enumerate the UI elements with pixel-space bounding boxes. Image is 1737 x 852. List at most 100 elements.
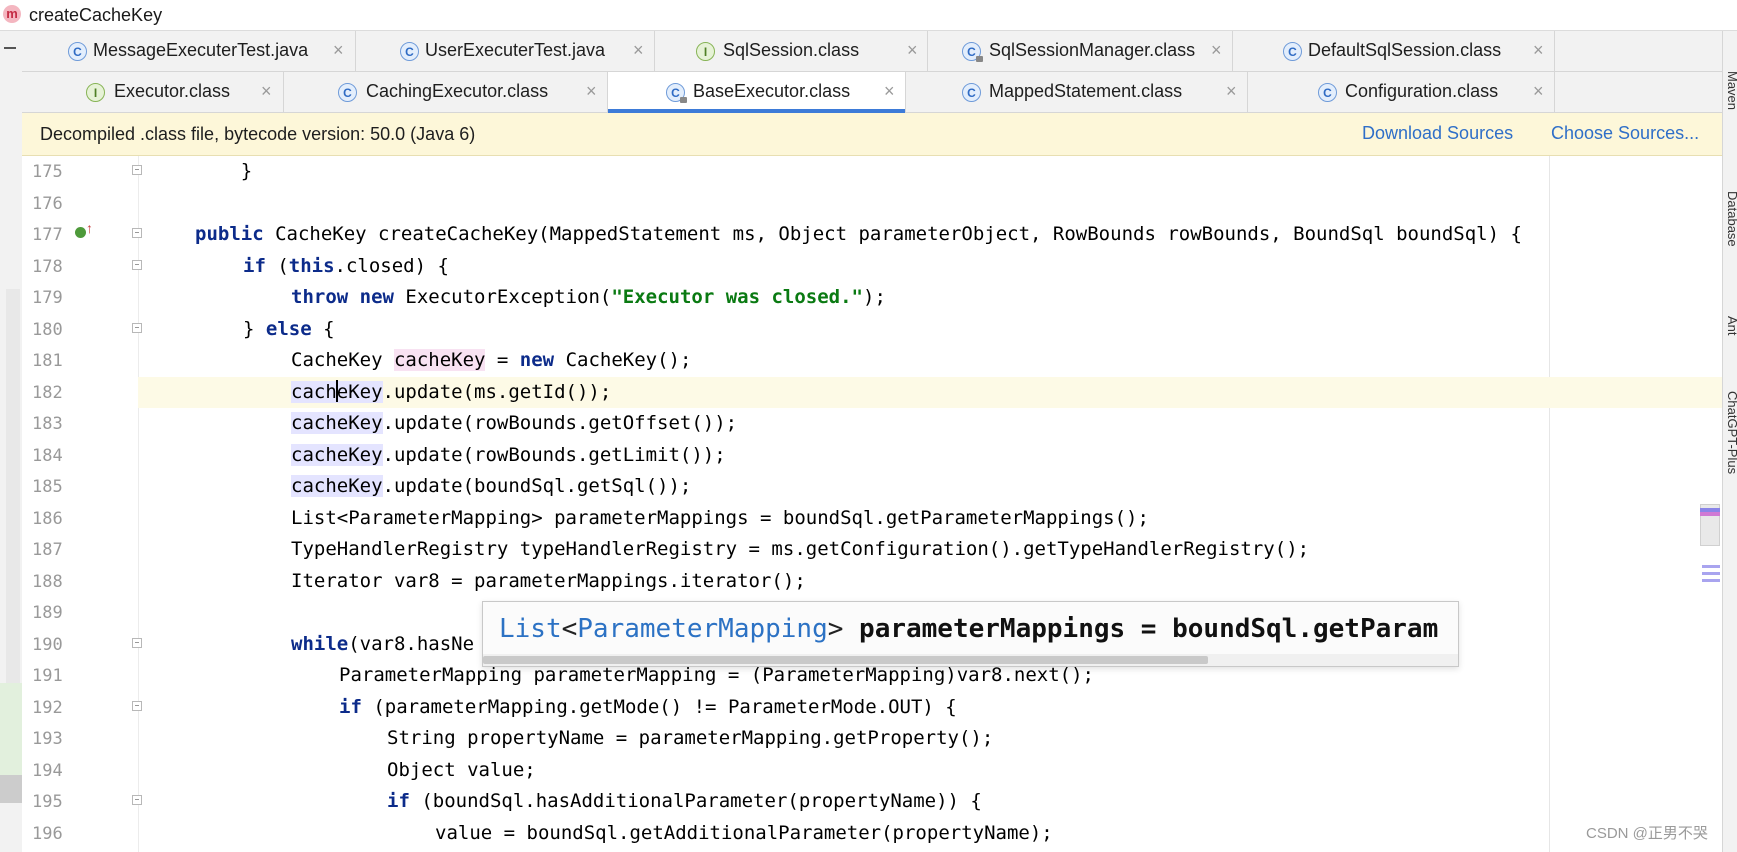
interface-i-icon: I xyxy=(86,83,105,102)
left-strip-scroll-area xyxy=(6,289,20,689)
variable-usage: cacheKey xyxy=(291,412,383,434)
code-line[interactable]: } else { xyxy=(138,314,1722,345)
keyword: throw xyxy=(291,286,349,308)
scroll-marker xyxy=(1702,572,1720,575)
tooltip-scrollbar[interactable] xyxy=(483,654,1458,666)
editor-tab-row-2: I Executor.class × C CachingExecutor.cla… xyxy=(22,72,1722,113)
tool-window-ant[interactable]: Ant xyxy=(1725,316,1737,336)
code-line[interactable]: cacheKey.update(rowBounds.getOffset()); xyxy=(138,408,1722,439)
close-icon[interactable]: × xyxy=(633,40,644,61)
tool-window-maven[interactable]: Maven xyxy=(1725,71,1737,110)
line-number: 190 xyxy=(32,634,63,655)
line-number-gutter[interactable]: 175 176 177 178 179 180 181 182 183 184 … xyxy=(22,156,142,852)
line-number: 195 xyxy=(32,792,63,812)
close-icon[interactable]: × xyxy=(1533,40,1544,61)
code-line[interactable]: CacheKey cacheKey = new CacheKey(); xyxy=(138,345,1722,376)
tab-default-sql-session[interactable]: C DefaultSqlSession.class × xyxy=(1233,31,1555,71)
code-line[interactable]: cacheKey.update(rowBounds.getLimit()); xyxy=(138,440,1722,471)
code-line[interactable]: String propertyName = parameterMapping.g… xyxy=(138,723,1722,754)
tool-window-chatgpt-plus[interactable]: ChatGPT-Plus xyxy=(1725,391,1737,474)
code-text: .closed) { xyxy=(334,254,449,277)
breadcrumb: m createCacheKey xyxy=(0,0,1737,31)
keyword: new xyxy=(359,286,394,308)
gutter-line: 181 xyxy=(22,345,138,376)
tab-label: CachingExecutor.class xyxy=(366,81,549,101)
gutter-line: 191 xyxy=(22,660,138,691)
code-line[interactable]: TypeHandlerRegistry typeHandlerRegistry … xyxy=(138,534,1722,565)
code-text: value = boundSql.getAdditionalParameter(… xyxy=(435,821,1053,844)
tab-user-executer-test[interactable]: C UserExecuterTest.java × xyxy=(356,31,655,71)
line-number: 185 xyxy=(32,477,63,497)
watermark: CSDN @正男不哭 xyxy=(1586,825,1708,842)
gutter-line: 178 xyxy=(22,251,142,282)
close-icon[interactable]: × xyxy=(1226,81,1237,102)
code-line[interactable]: Object value; xyxy=(138,755,1722,786)
code-line[interactable]: List<ParameterMapping> parameterMappings… xyxy=(138,503,1722,534)
gutter-line: 188 xyxy=(22,566,138,597)
line-number: 176 xyxy=(32,193,63,214)
code-text: (var8.hasNe xyxy=(348,632,475,655)
tab-mapped-statement[interactable]: C MappedStatement.class × xyxy=(906,72,1248,112)
tooltip-scroll-thumb[interactable] xyxy=(483,656,1208,664)
close-icon[interactable]: × xyxy=(333,40,344,61)
class-c-icon: C xyxy=(1318,83,1337,102)
code-text: .update(ms.getId()); xyxy=(382,380,612,403)
code-line[interactable]: value = boundSql.getAdditionalParameter(… xyxy=(138,818,1722,849)
line-number: 175 xyxy=(32,162,63,182)
decompiled-banner: Decompiled .class file, bytecode version… xyxy=(22,113,1722,156)
variable-usage: eKey xyxy=(336,380,383,403)
code-line-current[interactable]: cacheKey.update(ms.getId()); xyxy=(138,376,1722,408)
line-number: 194 xyxy=(32,760,63,781)
interface-i-icon: I xyxy=(696,42,715,61)
code-line[interactable]: if (parameterMapping.getMode() != Parame… xyxy=(138,692,1722,723)
gutter-line: 189 xyxy=(22,597,138,628)
gutter-line: 190 xyxy=(22,629,142,660)
scroll-marker xyxy=(1702,565,1720,568)
code-line[interactable]: throw new ExecutorException("Executor wa… xyxy=(138,282,1722,313)
close-icon[interactable]: × xyxy=(884,81,895,102)
code-area[interactable]: } public CacheKey createCacheKey(MappedS… xyxy=(138,156,1722,852)
tab-label: MappedStatement.class xyxy=(989,81,1183,101)
tab-caching-executor[interactable]: C CachingExecutor.class × xyxy=(284,72,608,112)
tab-sql-session[interactable]: I SqlSession.class × xyxy=(655,31,928,71)
code-line[interactable]: } xyxy=(138,156,1722,187)
close-icon[interactable]: × xyxy=(1211,40,1222,61)
line-number: 193 xyxy=(32,729,63,749)
tab-message-executer-test[interactable]: C MessageExecuterTest.java × xyxy=(22,31,356,71)
gutter-line: 177 xyxy=(22,219,142,250)
download-sources-link[interactable]: Download Sources xyxy=(1362,123,1513,144)
code-line[interactable]: public CacheKey createCacheKey(MappedSta… xyxy=(138,219,1722,250)
choose-sources-link[interactable]: Choose Sources... xyxy=(1551,123,1699,144)
implements-method-icon[interactable] xyxy=(75,220,93,238)
code-text: (parameterMapping.getMode() != Parameter… xyxy=(361,695,957,718)
code-line[interactable]: if (this.closed) { xyxy=(138,251,1722,282)
line-number: 186 xyxy=(32,508,63,529)
tab-sql-session-manager[interactable]: C SqlSessionManager.class × xyxy=(928,31,1233,71)
line-number: 178 xyxy=(32,256,63,277)
gutter-line: 176 xyxy=(22,188,138,219)
close-icon[interactable]: × xyxy=(261,81,272,102)
gutter-line: 196 xyxy=(22,818,138,849)
code-line[interactable]: if (boundSql.hasAdditionalParameter(prop… xyxy=(138,786,1722,817)
tooltip-text: > xyxy=(827,614,844,644)
right-tool-strip: Maven Database Ant ChatGPT-Plus xyxy=(1722,31,1737,852)
keyword: if xyxy=(243,254,266,277)
tab-executor[interactable]: I Executor.class × xyxy=(22,72,284,112)
code-editor[interactable]: 175 176 177 178 179 180 181 182 183 184 … xyxy=(22,156,1722,852)
tab-configuration[interactable]: C Configuration.class × xyxy=(1248,72,1555,112)
code-text: ); xyxy=(863,286,886,308)
gutter-line: 179 xyxy=(22,282,138,313)
close-icon[interactable]: × xyxy=(907,40,918,61)
close-icon[interactable]: × xyxy=(586,81,597,102)
tab-base-executor[interactable]: C BaseExecutor.class × xyxy=(608,72,906,113)
change-marker xyxy=(0,683,22,775)
breadcrumb-method-name[interactable]: createCacheKey xyxy=(29,5,162,26)
scroll-marker xyxy=(1700,512,1720,516)
collapse-icon[interactable] xyxy=(4,47,16,49)
class-c-icon: C xyxy=(338,83,357,102)
code-line[interactable]: cacheKey.update(boundSql.getSql()); xyxy=(138,471,1722,502)
close-icon[interactable]: × xyxy=(1533,81,1544,102)
code-line[interactable]: Iterator var8 = parameterMappings.iterat… xyxy=(138,566,1722,597)
tool-window-database[interactable]: Database xyxy=(1725,191,1737,247)
tab-label: SqlSessionManager.class xyxy=(989,40,1196,60)
